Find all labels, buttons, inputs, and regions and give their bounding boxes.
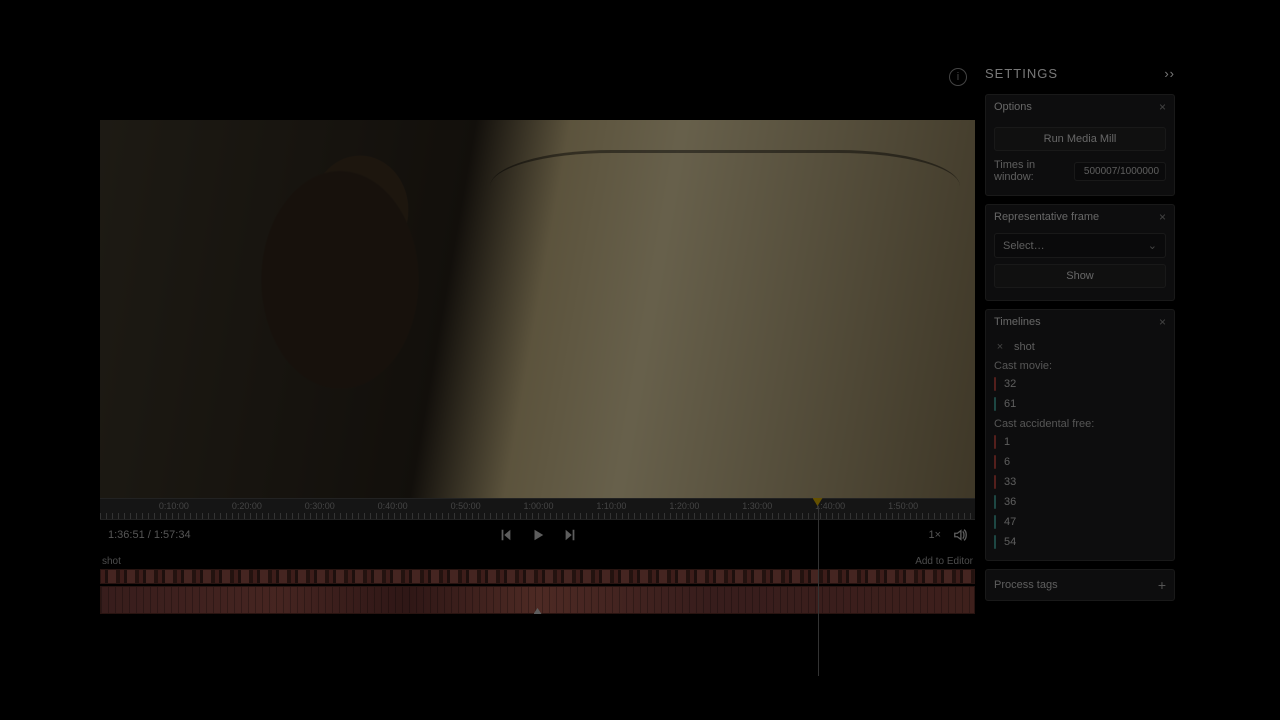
ruler-tick-label: 0:40:00 [378, 501, 408, 511]
ruler-tick-label: 0:30:00 [305, 501, 335, 511]
track-panel: shot Add to Editor [100, 554, 975, 616]
times-input[interactable]: 500007/1000000 [1074, 162, 1166, 181]
timeline-ruler[interactable]: 0:10:00 0:20:00 0:30:00 0:40:00 0:50:00 1:00:… [100, 498, 975, 520]
video-viewport[interactable] [100, 120, 975, 498]
settings-sidebar: SETTINGS ›› Options × Run Media Mill Tim… [985, 60, 1175, 660]
playback-speed[interactable]: 1× [928, 529, 941, 541]
timeline-active[interactable]: shot [1014, 341, 1035, 353]
show-button[interactable]: Show [994, 264, 1166, 288]
rep-frame-title: Representative frame [994, 211, 1099, 223]
timeline-row[interactable]: 54 [994, 532, 1166, 552]
timeline-row[interactable]: 1 [994, 432, 1166, 452]
timeline-row-value: 61 [1004, 398, 1016, 410]
volume-icon[interactable] [953, 528, 967, 542]
ruler-tick-label: 1:20:00 [669, 501, 699, 511]
close-icon[interactable]: × [1159, 315, 1166, 329]
timeline-row[interactable]: 33 [994, 472, 1166, 492]
ruler-tick-label: 1:00:00 [524, 501, 554, 511]
timeline-row[interactable]: 36 [994, 492, 1166, 512]
options-title: Options [994, 101, 1032, 113]
ruler-tick-label: 1:10:00 [596, 501, 626, 511]
options-panel: Options × Run Media Mill Times in window… [985, 94, 1175, 196]
step-back-button[interactable] [499, 528, 513, 542]
process-tags-title: Process tags [994, 579, 1058, 591]
timeline-row-value: 54 [1004, 536, 1016, 548]
color-indicator [994, 397, 996, 411]
run-media-mill-button[interactable]: Run Media Mill [994, 127, 1166, 151]
playhead-line [818, 506, 819, 676]
timeline-row-value: 32 [1004, 378, 1016, 390]
timeline-row-value: 6 [1004, 456, 1010, 468]
track-name: shot [102, 556, 121, 567]
timeline-row-value: 1 [1004, 436, 1010, 448]
timeline-row-value: 36 [1004, 496, 1016, 508]
timeline-row[interactable]: 61 [994, 394, 1166, 414]
filmstrip[interactable] [100, 586, 975, 614]
ruler-tick-label: 0:50:00 [451, 501, 481, 511]
timelines-panel: Timelines × × shot Cast movie: 3261 Cast… [985, 309, 1175, 561]
times-label: Times in window: [994, 159, 1074, 183]
close-icon[interactable]: × [994, 341, 1006, 353]
plus-icon[interactable]: + [1158, 577, 1166, 593]
settings-title: SETTINGS [985, 66, 1058, 81]
ruler-tick-label: 1:30:00 [742, 501, 772, 511]
play-button[interactable] [531, 528, 545, 542]
color-indicator [994, 515, 996, 529]
timeline-group-label: Cast movie: [994, 356, 1166, 374]
chevron-down-icon: ⌄ [1148, 239, 1157, 252]
timeline-row-value: 47 [1004, 516, 1016, 528]
player-panel: i 0:10:00 0:20:00 0:30:00 0:40:00 0:50:00 1:0… [100, 60, 975, 620]
rep-frame-panel: Representative frame × Select… ⌄ Show [985, 204, 1175, 301]
rep-frame-select[interactable]: Select… ⌄ [994, 233, 1166, 258]
shot-stripe[interactable] [100, 569, 975, 584]
ruler-tick-label: 0:20:00 [232, 501, 262, 511]
color-indicator [994, 377, 996, 391]
color-indicator [994, 495, 996, 509]
timelines-title: Timelines [994, 316, 1041, 328]
close-icon[interactable]: × [1159, 100, 1166, 114]
timeline-row[interactable]: 47 [994, 512, 1166, 532]
color-indicator [994, 455, 996, 469]
collapse-icon[interactable]: ›› [1164, 66, 1175, 81]
info-icon[interactable]: i [949, 68, 967, 86]
ruler-tick-label: 0:10:00 [159, 501, 189, 511]
close-icon[interactable]: × [1159, 210, 1166, 224]
timeline-row-value: 33 [1004, 476, 1016, 488]
color-indicator [994, 475, 996, 489]
ruler-tick-label: 1:50:00 [888, 501, 918, 511]
timeline-group-label: Cast accidental free: [994, 414, 1166, 432]
timeline-row[interactable]: 6 [994, 452, 1166, 472]
color-indicator [994, 535, 996, 549]
timeline-row[interactable]: 32 [994, 374, 1166, 394]
color-indicator [994, 435, 996, 449]
time-display: 1:36:51 / 1:57:34 [108, 529, 191, 541]
step-forward-button[interactable] [563, 528, 577, 542]
process-tags-panel: Process tags + [985, 569, 1175, 601]
add-to-editor-link[interactable]: Add to Editor [915, 556, 973, 567]
